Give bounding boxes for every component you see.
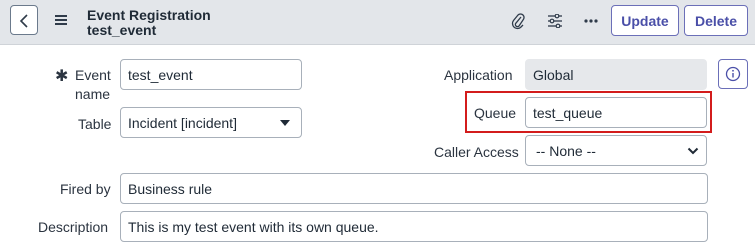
event-name-value: test_event: [128, 66, 193, 83]
application-label: Application: [444, 67, 513, 83]
more-icon[interactable]: [584, 19, 598, 23]
queue-field[interactable]: test_queue: [525, 97, 707, 128]
description-label: Description: [38, 219, 109, 235]
table-label: Table: [78, 116, 112, 132]
info-icon: [725, 66, 741, 82]
back-icon: [19, 14, 28, 28]
attachment-icon[interactable]: [511, 12, 525, 30]
table-select[interactable]: Incident [incident]: [120, 107, 302, 138]
delete-button[interactable]: Delete: [684, 5, 748, 36]
fired-by-field[interactable]: Business rule: [120, 173, 708, 204]
queue-value: test_queue: [533, 104, 603, 121]
application-value: Global: [533, 66, 574, 83]
event-name-label-1: Event: [75, 67, 111, 83]
back-button[interactable]: [10, 5, 38, 35]
description-field[interactable]: This is my test event with its own queue…: [120, 211, 708, 242]
fired-by-value: Business rule: [128, 180, 213, 197]
application-field: Global: [525, 59, 707, 90]
menu-icon[interactable]: [55, 15, 67, 25]
table-value: Incident [incident]: [128, 114, 237, 131]
info-button[interactable]: [718, 59, 748, 89]
form-title: Event Registration: [87, 7, 211, 23]
record-name: test_event: [87, 22, 157, 38]
event-name-field[interactable]: test_event: [120, 59, 302, 90]
caller-access-value: -- None --: [536, 142, 596, 159]
caret-down-icon: [280, 120, 290, 126]
queue-label: Queue: [474, 105, 517, 121]
event-name-label-2: name: [75, 86, 111, 102]
form-header: Event Registration test_event Update Del…: [0, 0, 755, 45]
required-marker: ✱: [55, 68, 69, 85]
fired-by-label: Fired by: [60, 181, 111, 197]
caller-access-select[interactable]: -- None --: [525, 135, 707, 166]
update-button[interactable]: Update: [611, 5, 679, 36]
settings-sliders-icon[interactable]: [547, 14, 563, 28]
chevron-down-icon: [687, 147, 699, 155]
caller-access-label: Caller Access: [434, 144, 519, 160]
description-value: This is my test event with its own queue…: [128, 218, 379, 235]
